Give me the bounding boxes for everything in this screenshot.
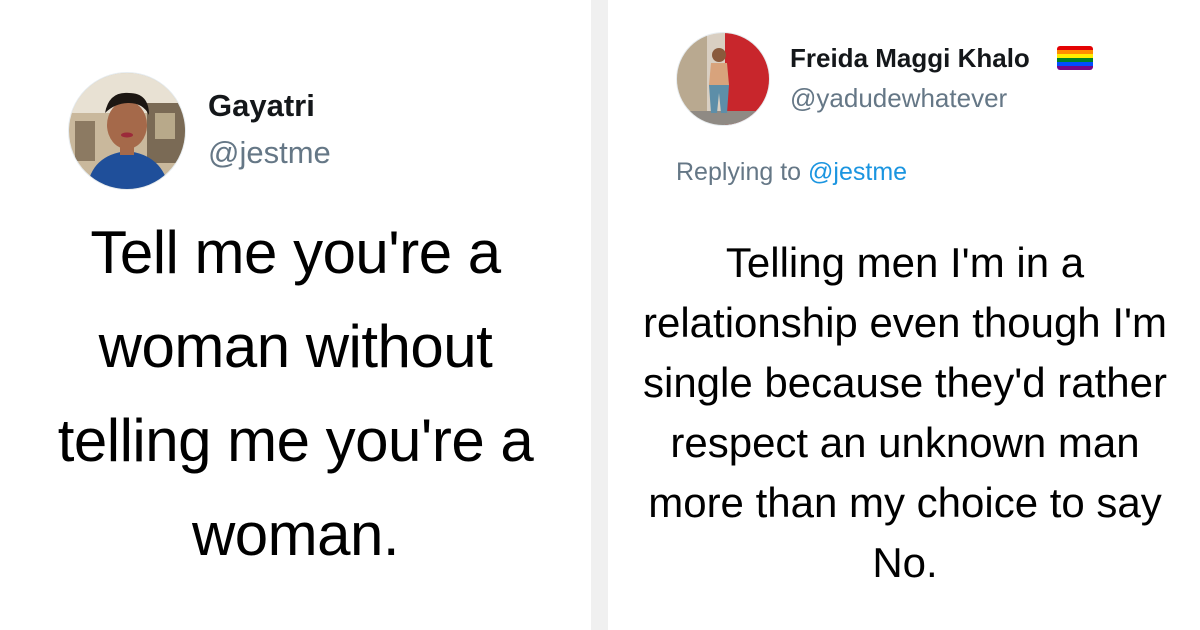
frieda-avatar[interactable]	[676, 32, 770, 126]
frieda-author-handle[interactable]: @yadudewhatever	[790, 83, 1007, 114]
frieda-author-name[interactable]: Freida Maggi Khalo	[790, 43, 1030, 74]
avatar-photo-icon	[69, 73, 185, 189]
left-tweet-card: Gayatri @jestme Tell me you're a woman w…	[0, 0, 591, 630]
gayatri-avatar[interactable]	[68, 72, 186, 190]
replying-mention-link[interactable]: @jestme	[808, 158, 907, 186]
replying-to-line: Replying to @jestme	[676, 158, 907, 187]
gayatri-author-name[interactable]: Gayatri	[208, 88, 315, 124]
left-tweet-text: Tell me you're a woman without telling m…	[57, 219, 534, 568]
replying-prefix: Replying to	[676, 158, 802, 186]
gayatri-author-handle[interactable]: @jestme	[208, 135, 331, 171]
right-tweet-text: Telling men I'm in a relationship even t…	[642, 239, 1167, 586]
rainbow-flag-icon	[1057, 46, 1093, 70]
avatar-photo-icon	[677, 33, 769, 125]
